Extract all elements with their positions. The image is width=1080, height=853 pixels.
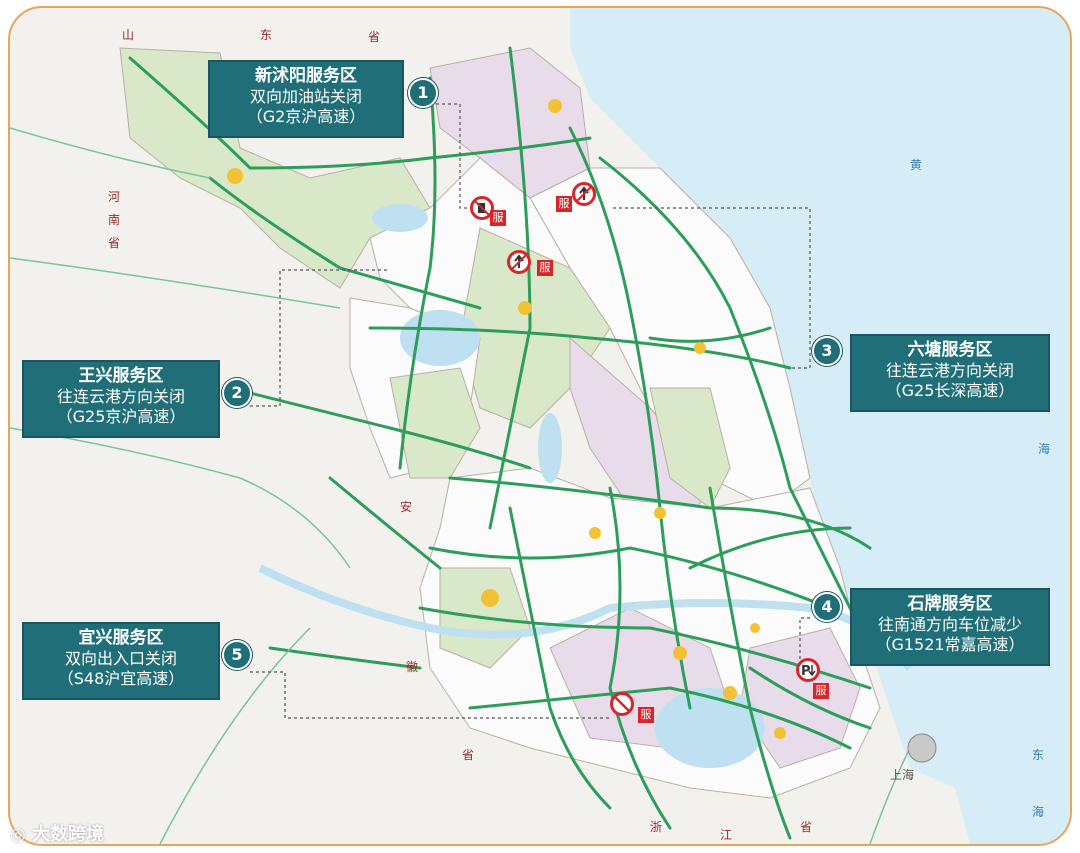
callout-1-title: 新沭阳服务区: [255, 66, 357, 86]
label-yellow-sea-2: 海: [1038, 442, 1051, 456]
callout-5-title: 宜兴服务区: [78, 628, 164, 648]
callout-3-title: 六塘服务区: [907, 340, 993, 360]
label-zhejiang-1: 浙: [650, 820, 663, 834]
callout-yixing: 宜兴服务区 双向出入口关闭 （S48沪宜高速）: [22, 622, 220, 700]
watermark-text: 大数跨境: [32, 824, 104, 845]
callout-2-title: 王兴服务区: [78, 366, 164, 386]
service-mark-5: 服: [638, 707, 654, 723]
watermark-logo-icon: ◎: [10, 824, 26, 845]
lake-gaoyou: [538, 413, 562, 483]
callout-shipai: 石牌服务区 往南通方向车位减少 （G1521常嘉高速）: [850, 588, 1050, 666]
callout-2-status: 往连云港方向关闭: [56, 387, 185, 407]
callout-liutang: 六塘服务区 往连云港方向关闭 （G25长深高速）: [850, 334, 1050, 412]
no-straight-icon: [507, 250, 531, 274]
callout-5-road: （S48沪宜高速）: [57, 669, 185, 689]
service-mark-3: 服: [537, 260, 553, 276]
shanghai-marker: [907, 733, 937, 763]
map-frame: 山 东 省 河 南 省 安 徽 省 浙 江 省 黄 海 东 海 上海 服 服 服…: [8, 6, 1072, 846]
callout-xinshuyang: 新沭阳服务区 双向加油站关闭 （G2京沪高速）: [208, 60, 404, 138]
label-shandong-1: 山: [122, 28, 135, 42]
service-mark-2: 服: [556, 196, 572, 212]
callout-3-road: （G25长深高速）: [885, 381, 1015, 401]
lake-luoma: [372, 204, 428, 232]
region-purple-north: [429, 47, 591, 199]
callout-2-number: 2: [222, 378, 252, 408]
label-shandong-3: 省: [368, 30, 381, 44]
no-straight-icon: [572, 182, 596, 206]
lake-hongze: [400, 310, 480, 366]
callout-1-road: （G2京沪高速）: [246, 107, 366, 127]
label-henan-1: 河: [108, 190, 121, 204]
callout-1-number: 1: [408, 78, 438, 108]
label-shanghai: 上海: [890, 768, 915, 782]
callout-5-status: 双向出入口关闭: [64, 649, 177, 669]
parking-reduced-icon: P: [796, 658, 820, 682]
service-mark-4: 服: [813, 683, 829, 699]
label-shandong-2: 东: [260, 28, 273, 42]
callout-5-number: 5: [222, 640, 252, 670]
service-mark-1: 服: [490, 210, 506, 226]
label-henan-3: 省: [108, 236, 121, 250]
callout-3-number: 3: [812, 336, 842, 366]
label-anhui-3: 省: [462, 748, 475, 762]
callout-4-status: 往南通方向车位减少: [877, 615, 1022, 635]
callout-4-number: 4: [812, 592, 842, 622]
watermark: ◎ 大数跨境: [10, 820, 104, 846]
label-anhui-2: 徽: [406, 660, 419, 674]
callout-wangxing: 王兴服务区 往连云港方向关闭 （G25京沪高速）: [22, 360, 220, 438]
label-zhejiang-2: 江: [720, 828, 733, 842]
label-east-sea-2: 海: [1032, 805, 1045, 819]
callout-2-road: （G25京沪高速）: [56, 407, 186, 427]
callout-4-road: （G1521常嘉高速）: [875, 635, 1025, 655]
callout-4-title: 石牌服务区: [907, 594, 993, 614]
label-east-sea-1: 东: [1032, 748, 1045, 762]
label-zhejiang-3: 省: [800, 820, 813, 834]
label-anhui-1: 安: [400, 500, 413, 514]
callout-3-status: 往连云港方向关闭: [885, 361, 1014, 381]
callout-1-status: 双向加油站关闭: [249, 87, 362, 107]
label-yellow-sea-1: 黄: [910, 158, 923, 172]
no-entry-icon: [610, 692, 634, 716]
label-henan-2: 南: [108, 213, 121, 227]
